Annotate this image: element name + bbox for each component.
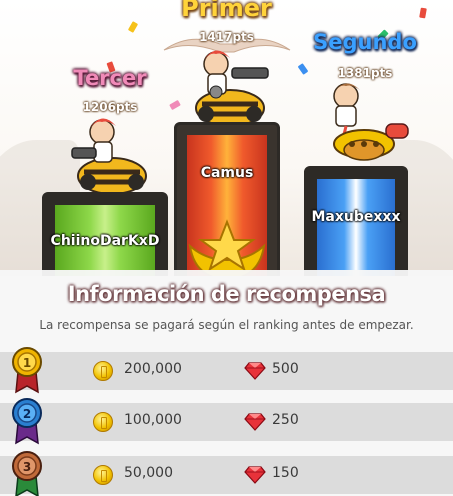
medal-rank-number: 1 <box>23 356 31 370</box>
coin-icon <box>93 465 113 485</box>
reward-row-rank-3: 3 50,000 150 <box>0 451 453 496</box>
third-place-podium: ChiinoDarKxD <box>42 192 168 276</box>
medal-rank-number: 3 <box>23 460 31 474</box>
medal-icon: 1 <box>12 347 42 394</box>
first-place-points: 1417pts <box>199 30 254 44</box>
coin-icon <box>93 412 113 432</box>
coin-icon <box>93 361 113 381</box>
coin-reward-amount: 50,000 <box>124 465 173 481</box>
reward-row-rank-1: 1 200,000 500 <box>0 347 453 394</box>
coin-reward-amount: 100,000 <box>124 412 182 428</box>
medal-rank-number: 2 <box>23 407 31 421</box>
reward-panel-subtitle: La recompensa se pagará según el ranking… <box>39 318 414 332</box>
second-place-podium: Maxubexxx <box>304 166 408 276</box>
first-place-character <box>195 50 269 127</box>
reward-panel-title: Información de recompensa <box>67 282 386 306</box>
first-place-title: Primer <box>181 0 272 22</box>
reward-row-rank-2: 2 100,000 250 <box>0 398 453 445</box>
podium-scene: Primer 1417pts Camus Segundo 1381pts Max… <box>0 0 453 276</box>
medal-icon: 3 <box>12 451 42 496</box>
confetti <box>419 7 427 19</box>
coin-reward-amount: 200,000 <box>124 361 182 377</box>
third-place-player-name: ChiinoDarKxD <box>50 233 160 249</box>
confetti <box>127 21 139 33</box>
ruby-gem-icon <box>244 466 266 484</box>
ruby-gem-icon <box>244 362 266 380</box>
first-place-player-name: Camus <box>200 165 254 181</box>
gem-reward-amount: 150 <box>272 465 299 481</box>
ruby-gem-icon <box>244 413 266 431</box>
second-place-banner <box>317 179 395 276</box>
gem-reward-amount: 250 <box>272 412 299 428</box>
reward-info-panel: Información de recompensa La recompensa … <box>0 270 453 496</box>
gem-reward-amount: 500 <box>272 361 299 377</box>
second-place-player-name: Maxubexxx <box>311 209 401 225</box>
medal-icon: 2 <box>12 398 42 445</box>
gold-star-emblem-icon <box>188 219 266 276</box>
second-place-character <box>333 83 409 161</box>
confetti <box>169 99 181 111</box>
third-place-character <box>71 118 147 195</box>
third-place-title: Tercer <box>73 66 147 90</box>
second-place-title: Segundo <box>313 30 417 54</box>
